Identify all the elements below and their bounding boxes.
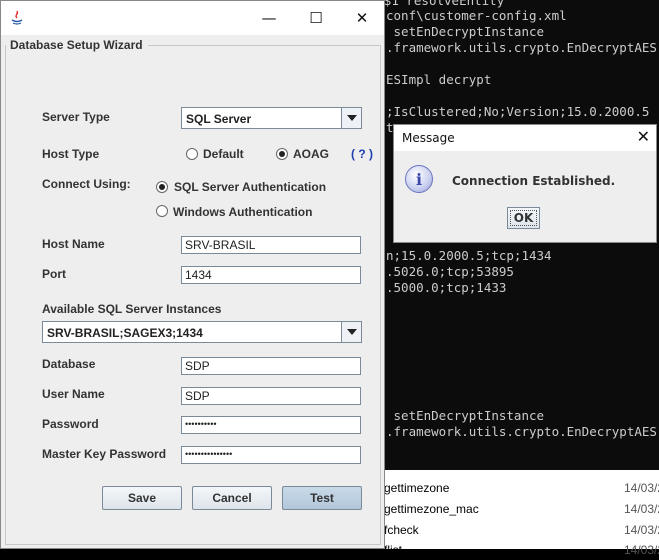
- console-line: .framework.utils.crypto.EnDecryptAES: [386, 424, 657, 439]
- instances-select[interactable]: SRV-BRASIL;SAGEX3;1434: [42, 321, 362, 343]
- windows-auth-radio[interactable]: [156, 205, 168, 217]
- console-line: ;IsClustered;No;Version;15.0.2000.5: [386, 104, 650, 119]
- password-input[interactable]: ••••••••••: [181, 416, 361, 434]
- server-type-value: SQL Server: [186, 112, 252, 126]
- list-item[interactable]: gettimezone 14/03/2: [384, 478, 659, 498]
- cancel-button[interactable]: Cancel: [192, 486, 272, 510]
- file-name: fcheck: [384, 523, 419, 537]
- instances-label: Available SQL Server Instances: [42, 302, 222, 316]
- console-line: .5026.0;tcp;53895: [386, 264, 514, 279]
- database-input[interactable]: SDP: [181, 357, 361, 375]
- console-line: n;15.0.2000.5;tcp;1434: [386, 248, 552, 263]
- windows-auth-label[interactable]: Windows Authentication: [173, 205, 312, 219]
- username-label: User Name: [42, 387, 105, 401]
- server-type-label: Server Type: [42, 110, 110, 124]
- console-line: .5000.0;tcp;1433: [386, 280, 507, 295]
- sql-auth-radio[interactable]: [156, 181, 168, 193]
- chevron-down-icon[interactable]: [341, 322, 361, 342]
- list-item[interactable]: flist 14/03/2: [384, 540, 659, 560]
- master-key-label: Master Key Password: [42, 447, 167, 461]
- close-button[interactable]: ✕: [339, 1, 385, 35]
- file-date: 14/03/2: [624, 481, 659, 495]
- console-line: .framework.utils.crypto.EnDecryptAES: [386, 40, 657, 55]
- file-name: gettimezone: [384, 481, 450, 495]
- database-label: Database: [42, 357, 96, 371]
- file-date: 14/03/2: [624, 543, 659, 557]
- file-list: gettimezone 14/03/2 gettimezone_mac 14/0…: [370, 470, 659, 557]
- port-label: Port: [42, 267, 66, 281]
- dialog-titlebar[interactable]: Message ✕: [394, 125, 656, 151]
- username-input[interactable]: SDP: [181, 387, 361, 405]
- sql-auth-label[interactable]: SQL Server Authentication: [174, 180, 326, 194]
- console-line: ESImpl decrypt: [386, 72, 492, 87]
- file-name: flist: [384, 543, 402, 557]
- master-key-input[interactable]: •••••••••••••••: [181, 446, 361, 464]
- host-type-aoag-radio[interactable]: [276, 148, 288, 160]
- dialog-title: Message: [402, 131, 455, 145]
- minimize-button[interactable]: —: [246, 1, 292, 35]
- list-item[interactable]: fcheck 14/03/2: [384, 520, 659, 540]
- group-title: Database Setup Wizard: [10, 38, 143, 52]
- close-icon[interactable]: ✕: [637, 127, 650, 146]
- console-line: setEnDecryptInstance: [386, 408, 545, 423]
- ok-button[interactable]: OK: [507, 207, 540, 229]
- host-type-default-radio[interactable]: [186, 148, 198, 160]
- list-item[interactable]: gettimezone_mac 14/03/2: [384, 499, 659, 519]
- host-name-input[interactable]: SRV-BRASIL: [181, 236, 361, 254]
- console-line: setEnDecryptInstance: [386, 24, 545, 39]
- server-type-select[interactable]: SQL Server: [181, 107, 362, 129]
- help-link[interactable]: ( ? ): [351, 147, 373, 161]
- save-button[interactable]: Save: [102, 486, 182, 510]
- message-dialog: Message ✕ i Connection Established. OK: [393, 124, 657, 243]
- host-type-default-label[interactable]: Default: [203, 147, 244, 161]
- info-icon: i: [405, 165, 433, 193]
- connect-using-label: Connect Using:: [42, 177, 131, 191]
- host-type-aoag-label[interactable]: AOAG: [293, 147, 329, 161]
- maximize-button[interactable]: ☐: [293, 1, 339, 35]
- password-label: Password: [42, 417, 99, 431]
- test-button[interactable]: Test: [282, 486, 362, 510]
- file-date: 14/03/2: [624, 523, 659, 537]
- database-setup-wizard-window: — ☐ ✕ Database Setup Wizard Server Type …: [0, 0, 385, 549]
- file-name: gettimezone_mac: [384, 502, 479, 516]
- chevron-down-icon[interactable]: [341, 108, 361, 128]
- port-input[interactable]: 1434: [181, 266, 361, 284]
- host-type-label: Host Type: [42, 147, 100, 161]
- file-date: 14/03/2: [624, 502, 659, 516]
- instance-value: SRV-BRASIL;SAGEX3;1434: [47, 326, 203, 340]
- console-line: conf\customer-config.xml: [386, 8, 567, 23]
- java-app-icon: [11, 10, 23, 25]
- dialog-message: Connection Established.: [452, 174, 616, 188]
- window-titlebar[interactable]: — ☐ ✕: [1, 1, 384, 35]
- host-name-label: Host Name: [42, 237, 105, 251]
